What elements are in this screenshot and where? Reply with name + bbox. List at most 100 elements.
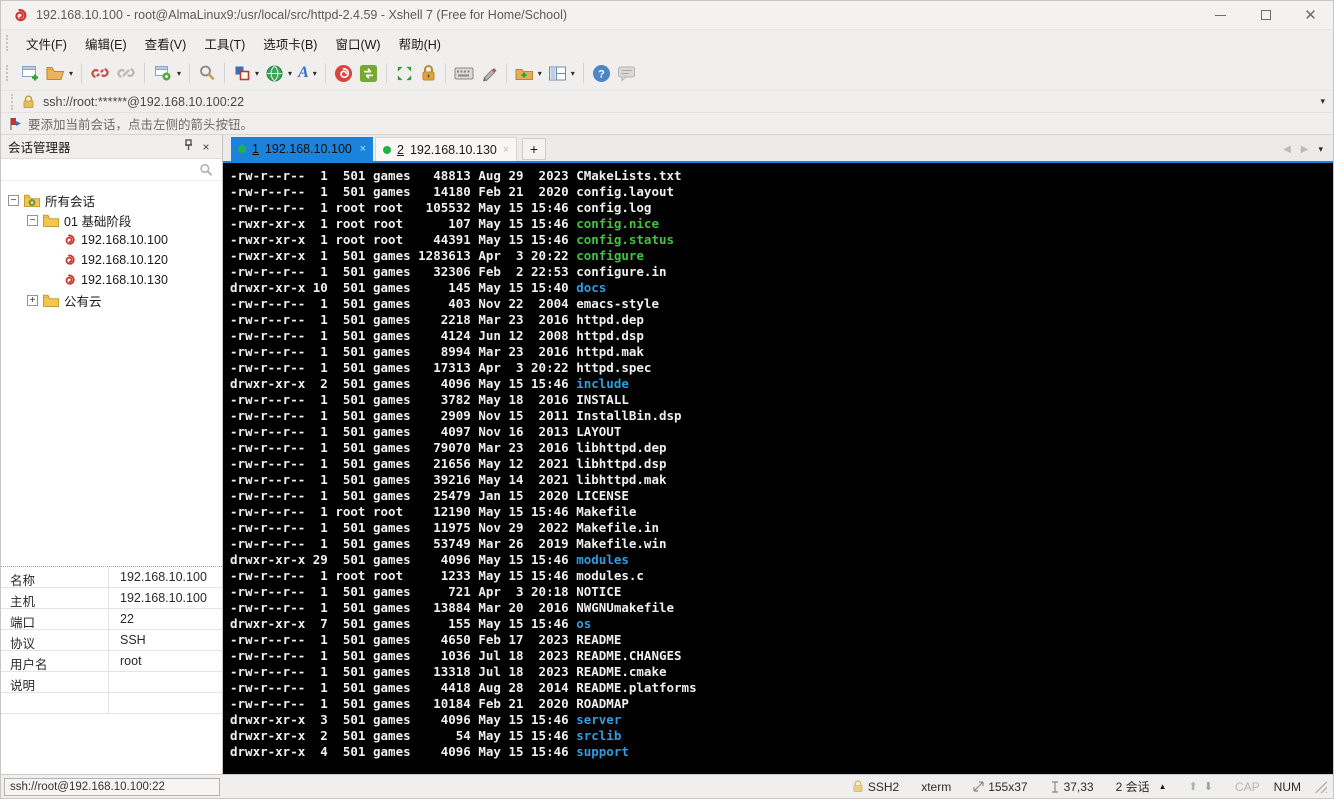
terminal-screen[interactable]: -rw-r--r-- 1 501 games 48813 Aug 29 2023… bbox=[223, 163, 1333, 774]
toolbar-grip[interactable] bbox=[6, 65, 10, 81]
menu-item-4[interactable]: 选项卡(B) bbox=[254, 30, 326, 57]
feedback-icon[interactable] bbox=[614, 60, 639, 86]
font-dropdown[interactable]: ▾ bbox=[312, 69, 320, 78]
property-label: 端口 bbox=[1, 609, 109, 630]
menubar-grip[interactable] bbox=[6, 35, 10, 51]
status-sessions[interactable]: 2 会话 ▲ bbox=[1116, 778, 1167, 795]
toolbar-separator bbox=[224, 63, 226, 83]
open-session-dropdown[interactable]: ▾ bbox=[68, 69, 76, 78]
menu-item-1[interactable]: 编辑(E) bbox=[76, 30, 136, 57]
tree-expander-icon[interactable]: − bbox=[27, 214, 38, 226]
reconnect-icon[interactable] bbox=[113, 60, 139, 86]
color-scheme-icon[interactable] bbox=[230, 60, 254, 86]
new-session-shortcut-dropdown[interactable]: ▾ bbox=[537, 69, 545, 78]
file-name: modules bbox=[576, 552, 629, 567]
title-bar: 192.168.10.100 - root@AlmaLinux9:/usr/lo… bbox=[1, 1, 1333, 29]
session-properties-table: 名称 192.168.10.100 主机 192.168.10.100 端口 22 协议 SS… bbox=[1, 566, 222, 774]
status-size-item: 155x37 bbox=[973, 780, 1028, 794]
folder-icon bbox=[43, 214, 59, 227]
terminal-line: -rw-r--r-- 1 501 games 39216 May 14 2021… bbox=[230, 472, 667, 487]
open-session-icon[interactable] bbox=[43, 60, 68, 86]
new-tab-button[interactable]: + bbox=[522, 138, 546, 160]
search-icon[interactable] bbox=[199, 163, 213, 177]
addressbar-grip[interactable] bbox=[11, 93, 15, 110]
tree-node-所有会话[interactable]: − 所有会话 bbox=[1, 190, 222, 210]
xshell-icon[interactable] bbox=[331, 60, 356, 86]
property-value: root bbox=[120, 654, 142, 668]
menu-item-5[interactable]: 窗口(W) bbox=[326, 30, 389, 57]
tree-node-01-基础阶段[interactable]: − 01 基础阶段 bbox=[1, 210, 222, 230]
status-terminal-type[interactable]: xterm bbox=[921, 780, 951, 794]
session-properties-icon[interactable] bbox=[150, 60, 176, 86]
folder-icon bbox=[43, 294, 59, 307]
menu-item-3[interactable]: 工具(T) bbox=[195, 30, 254, 57]
session-properties-dropdown[interactable]: ▾ bbox=[176, 69, 184, 78]
maximize-button[interactable] bbox=[1243, 1, 1288, 29]
session-tab-192.168.10.100[interactable]: 1 192.168.10.100 × bbox=[231, 137, 373, 161]
file-name: httpd.mak bbox=[576, 344, 644, 359]
tab-close-icon[interactable]: × bbox=[360, 143, 366, 155]
disconnect-icon[interactable] bbox=[87, 60, 113, 86]
fullscreen-icon[interactable] bbox=[392, 60, 417, 86]
tab-close-icon[interactable]: × bbox=[503, 144, 509, 156]
resize-grip[interactable] bbox=[1315, 780, 1327, 793]
file-name: httpd.dep bbox=[576, 312, 644, 327]
color-scheme-dropdown[interactable]: ▾ bbox=[254, 69, 262, 78]
font-icon[interactable]: A bbox=[295, 60, 312, 86]
menu-item-6[interactable]: 帮助(H) bbox=[390, 30, 450, 57]
tab-scroll-right-icon[interactable]: ▶ bbox=[1301, 144, 1309, 155]
terminal-line: -rw-r--r-- 1 501 games 79070 Mar 23 2016… bbox=[230, 440, 667, 455]
session-tab-192.168.10.130[interactable]: 2 192.168.10.130 × bbox=[375, 137, 517, 161]
toolbar-separator bbox=[505, 63, 507, 83]
close-button[interactable]: ✕ bbox=[1288, 1, 1333, 29]
minimize-button[interactable] bbox=[1198, 1, 1243, 29]
tree-node-192.168.10.120[interactable]: 192.168.10.120 bbox=[1, 250, 222, 270]
virtual-keyboard-icon[interactable] bbox=[451, 60, 477, 86]
tree-node-192.168.10.130[interactable]: 192.168.10.130 bbox=[1, 270, 222, 290]
file-name: README.CHANGES bbox=[576, 648, 682, 663]
session-manager-title: 会话管理器 bbox=[8, 141, 71, 155]
tree-node-公有云[interactable]: + 公有云 bbox=[1, 290, 222, 310]
tabs-container: 1 192.168.10.100 × 2 192.168.10.130 × bbox=[231, 137, 519, 161]
tree-expander-icon[interactable]: + bbox=[27, 294, 38, 306]
property-label: 用户名 bbox=[1, 651, 109, 672]
size-icon bbox=[973, 781, 984, 792]
file-name: config.status bbox=[576, 232, 675, 247]
xftp-icon[interactable] bbox=[356, 60, 381, 86]
find-icon[interactable] bbox=[195, 60, 219, 86]
terminal-line: -rw-r--r-- 1 501 games 3782 May 18 2016 … bbox=[230, 392, 629, 407]
menu-item-0[interactable]: 文件(F) bbox=[17, 30, 76, 57]
tab-scroll-left-icon[interactable]: ◀ bbox=[1283, 144, 1291, 155]
layout-icon[interactable] bbox=[545, 60, 570, 86]
new-session-shortcut-icon[interactable] bbox=[512, 60, 537, 86]
pin-icon[interactable] bbox=[179, 139, 197, 154]
tree-node-label: 192.168.10.100 bbox=[81, 233, 168, 247]
encoding-dropdown[interactable]: ▾ bbox=[287, 69, 295, 78]
window-title: 192.168.10.100 - root@AlmaLinux9:/usr/lo… bbox=[36, 8, 568, 22]
terminal-line: -rw-r--r-- 1 501 games 2909 Nov 15 2011 … bbox=[230, 408, 682, 423]
terminal-line: drwxr-xr-x 2 501 games 54 May 15 15:46 s… bbox=[230, 728, 622, 743]
folder-icon bbox=[24, 194, 40, 207]
status-protocol-item: SSH2 bbox=[852, 780, 899, 794]
new-session-icon[interactable] bbox=[17, 60, 43, 86]
panel-close-icon[interactable]: × bbox=[197, 140, 215, 154]
property-row-5: 说明 bbox=[1, 672, 222, 693]
address-url[interactable]: ssh://root:******@192.168.10.100:22 bbox=[43, 95, 1320, 109]
session-next-icon[interactable]: ⬇ bbox=[1204, 780, 1213, 793]
menu-item-2[interactable]: 查看(V) bbox=[136, 30, 196, 57]
compose-icon[interactable] bbox=[477, 60, 501, 86]
terminal-line: drwxr-xr-x 2 501 games 4096 May 15 15:46… bbox=[230, 376, 629, 391]
property-label: 协议 bbox=[1, 630, 109, 651]
tree-node-label: 192.168.10.120 bbox=[81, 253, 168, 267]
tab-list-dropdown-icon[interactable]: ▾ bbox=[1318, 144, 1323, 155]
tree-expander-icon[interactable]: − bbox=[8, 194, 19, 206]
encoding-globe-icon[interactable] bbox=[262, 60, 287, 86]
help-icon[interactable]: ? bbox=[589, 60, 614, 86]
address-dropdown[interactable]: ▾ bbox=[1320, 96, 1325, 107]
toolbar-separator bbox=[385, 63, 387, 83]
tree-node-192.168.10.100[interactable]: 192.168.10.100 bbox=[1, 230, 222, 250]
lock-screen-icon[interactable] bbox=[417, 60, 440, 86]
layout-dropdown[interactable]: ▾ bbox=[570, 69, 578, 78]
menu-bar-items: 文件(F) 编辑(E) 查看(V) 工具(T) 选项卡(B) 窗口(W) 帮助(H) bbox=[17, 30, 450, 57]
session-prev-icon[interactable]: ⬆ bbox=[1189, 780, 1198, 793]
